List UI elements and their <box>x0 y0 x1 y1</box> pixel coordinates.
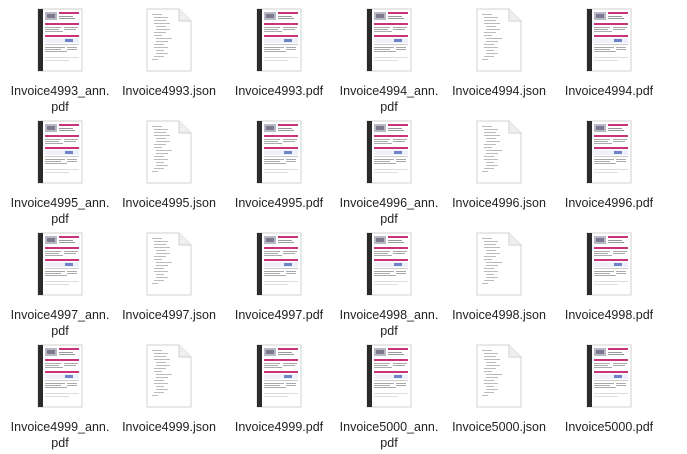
file-name-label[interactable]: Invoice4995.pdf <box>223 195 335 211</box>
file-item[interactable]: Invoice4997_ann. pdf <box>5 232 115 339</box>
json-file-thumbnail[interactable] <box>114 232 224 296</box>
file-name-label[interactable]: Invoice5000.pdf <box>553 419 665 435</box>
pdf-file-thumbnail[interactable] <box>224 232 334 296</box>
file-name-label[interactable]: Invoice4999.json <box>113 419 225 435</box>
file-item[interactable]: Invoice4997.pdf <box>224 232 334 323</box>
file-item[interactable]: Invoice5000_ann. pdf <box>334 344 444 451</box>
pdf-document-icon <box>256 232 302 296</box>
pdf-document-icon <box>37 344 83 408</box>
pdf-document-icon <box>256 120 302 184</box>
file-name-label[interactable]: Invoice5000_ann. pdf <box>333 419 445 451</box>
pdf-file-thumbnail[interactable] <box>554 344 664 408</box>
pdf-file-thumbnail[interactable] <box>334 120 444 184</box>
pdf-document-icon <box>586 120 632 184</box>
pdf-file-thumbnail[interactable] <box>5 232 115 296</box>
pdf-file-thumbnail[interactable] <box>224 344 334 408</box>
file-item[interactable]: Invoice4994_ann. pdf <box>334 8 444 115</box>
pdf-file-thumbnail[interactable] <box>224 120 334 184</box>
file-name-label[interactable]: Invoice4997.pdf <box>223 307 335 323</box>
pdf-document-icon <box>37 8 83 72</box>
pdf-file-thumbnail[interactable] <box>5 8 115 72</box>
file-item[interactable]: Invoice4995.json <box>114 120 224 211</box>
json-file-thumbnail[interactable] <box>444 8 554 72</box>
pdf-document-icon <box>366 120 412 184</box>
pdf-document-icon <box>586 8 632 72</box>
file-name-label[interactable]: Invoice4993_ann. pdf <box>4 83 116 115</box>
json-document-icon <box>146 344 192 408</box>
file-name-label[interactable]: Invoice4996.pdf <box>553 195 665 211</box>
json-file-thumbnail[interactable] <box>114 8 224 72</box>
file-name-label[interactable]: Invoice4997_ann. pdf <box>4 307 116 339</box>
file-item[interactable]: Invoice5000.pdf <box>554 344 664 435</box>
pdf-document-icon <box>256 8 302 72</box>
pdf-file-thumbnail[interactable] <box>554 120 664 184</box>
file-name-label[interactable]: Invoice4994.pdf <box>553 83 665 99</box>
pdf-document-icon <box>37 120 83 184</box>
file-name-label[interactable]: Invoice4995_ann. pdf <box>4 195 116 227</box>
file-name-label[interactable]: Invoice4996_ann. pdf <box>333 195 445 227</box>
pdf-document-icon <box>37 232 83 296</box>
file-item[interactable]: Invoice4995.pdf <box>224 120 334 211</box>
json-document-icon <box>476 344 522 408</box>
file-name-label[interactable]: Invoice4998.json <box>443 307 555 323</box>
file-name-label[interactable]: Invoice4999_ann. pdf <box>4 419 116 451</box>
file-name-label[interactable]: Invoice4997.json <box>113 307 225 323</box>
file-item[interactable]: Invoice4996_ann. pdf <box>334 120 444 227</box>
file-item[interactable]: Invoice4998.pdf <box>554 232 664 323</box>
file-item[interactable]: Invoice4993.pdf <box>224 8 334 99</box>
pdf-document-icon <box>586 344 632 408</box>
file-name-label[interactable]: Invoice4995.json <box>113 195 225 211</box>
json-document-icon <box>146 232 192 296</box>
json-file-thumbnail[interactable] <box>444 232 554 296</box>
json-document-icon <box>146 8 192 72</box>
file-item[interactable]: Invoice4999.json <box>114 344 224 435</box>
file-name-label[interactable]: Invoice4994.json <box>443 83 555 99</box>
json-file-thumbnail[interactable] <box>114 120 224 184</box>
file-item[interactable]: Invoice4998.json <box>444 232 554 323</box>
file-item[interactable]: Invoice4999.pdf <box>224 344 334 435</box>
pdf-document-icon <box>366 8 412 72</box>
pdf-file-thumbnail[interactable] <box>334 344 444 408</box>
file-name-label[interactable]: Invoice5000.json <box>443 419 555 435</box>
file-item[interactable]: Invoice4994.json <box>444 8 554 99</box>
pdf-file-thumbnail[interactable] <box>334 8 444 72</box>
file-name-label[interactable]: Invoice4996.json <box>443 195 555 211</box>
file-name-label[interactable]: Invoice4998.pdf <box>553 307 665 323</box>
pdf-file-thumbnail[interactable] <box>334 232 444 296</box>
file-name-label[interactable]: Invoice4993.json <box>113 83 225 99</box>
file-item[interactable]: Invoice4994.pdf <box>554 8 664 99</box>
pdf-file-thumbnail[interactable] <box>224 8 334 72</box>
json-document-icon <box>476 120 522 184</box>
file-item[interactable]: Invoice4993.json <box>114 8 224 99</box>
file-grid: Invoice4993_ann. pdf Invoice4993.json In… <box>0 0 687 454</box>
file-item[interactable]: Invoice5000.json <box>444 344 554 435</box>
pdf-file-thumbnail[interactable] <box>5 344 115 408</box>
file-item[interactable]: Invoice4996.json <box>444 120 554 211</box>
pdf-file-thumbnail[interactable] <box>5 120 115 184</box>
file-item[interactable]: Invoice4997.json <box>114 232 224 323</box>
file-name-label[interactable]: Invoice4993.pdf <box>223 83 335 99</box>
file-name-label[interactable]: Invoice4998_ann. pdf <box>333 307 445 339</box>
json-document-icon <box>476 8 522 72</box>
file-item[interactable]: Invoice4996.pdf <box>554 120 664 211</box>
json-file-thumbnail[interactable] <box>114 344 224 408</box>
file-name-label[interactable]: Invoice4999.pdf <box>223 419 335 435</box>
pdf-document-icon <box>366 344 412 408</box>
pdf-document-icon <box>366 232 412 296</box>
file-name-label[interactable]: Invoice4994_ann. pdf <box>333 83 445 115</box>
pdf-file-thumbnail[interactable] <box>554 8 664 72</box>
json-document-icon <box>146 120 192 184</box>
json-file-thumbnail[interactable] <box>444 120 554 184</box>
file-item[interactable]: Invoice4999_ann. pdf <box>5 344 115 451</box>
json-document-icon <box>476 232 522 296</box>
pdf-file-thumbnail[interactable] <box>554 232 664 296</box>
pdf-document-icon <box>586 232 632 296</box>
file-item[interactable]: Invoice4995_ann. pdf <box>5 120 115 227</box>
file-item[interactable]: Invoice4993_ann. pdf <box>5 8 115 115</box>
json-file-thumbnail[interactable] <box>444 344 554 408</box>
pdf-document-icon <box>256 344 302 408</box>
file-item[interactable]: Invoice4998_ann. pdf <box>334 232 444 339</box>
